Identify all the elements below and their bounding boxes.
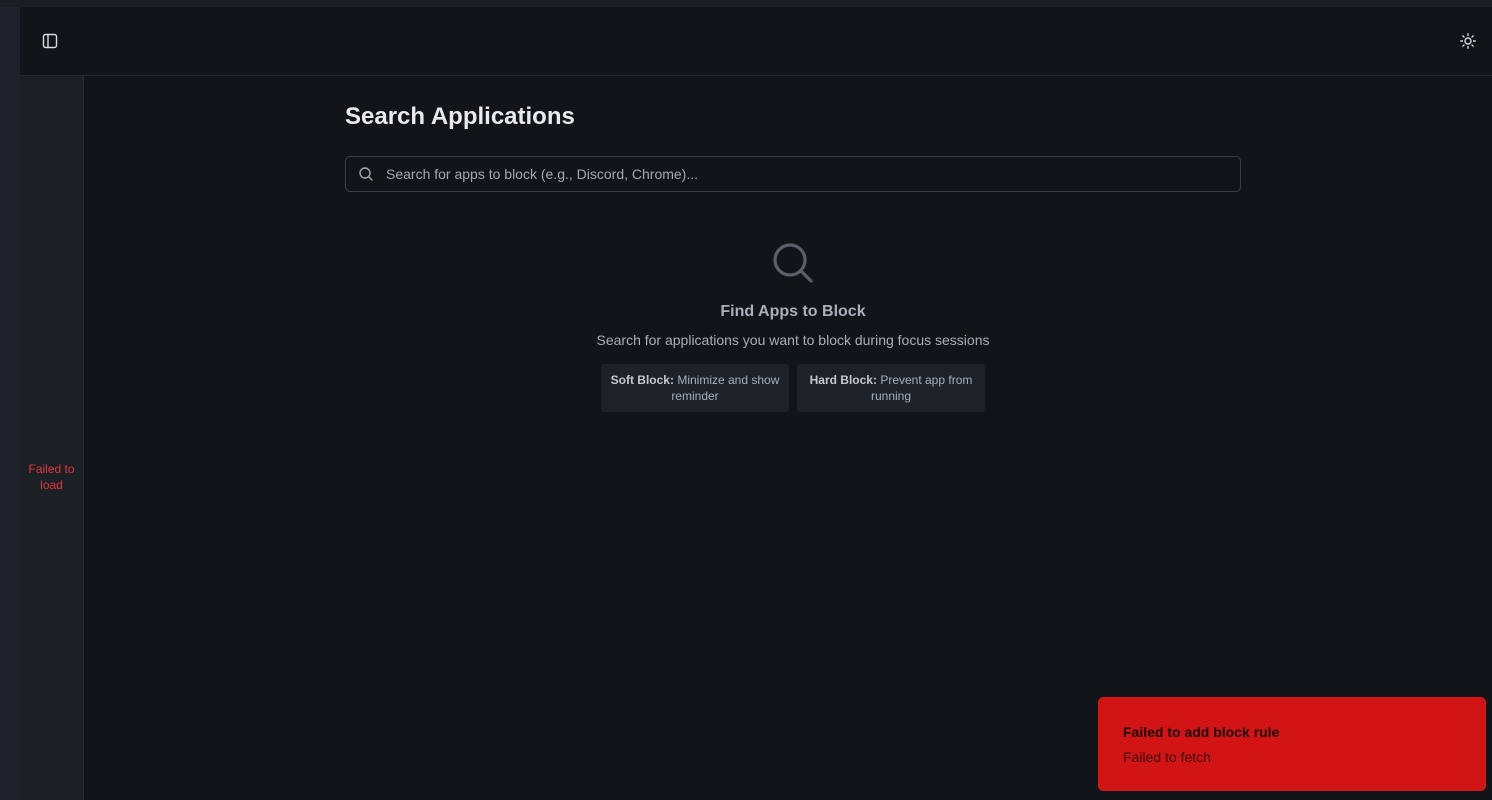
hard-block-text: Prevent app from running (870, 373, 973, 403)
hard-block-info: Hard Block: Prevent app from running (797, 364, 985, 412)
empty-state: Find Apps to Block Search for applicatio… (345, 241, 1241, 412)
page-title: Search Applications (345, 103, 575, 130)
toast-message: Failed to fetch (1123, 749, 1211, 765)
search-icon (359, 167, 373, 181)
empty-state-title: Find Apps to Block (720, 303, 866, 320)
app-window: Failed to load Search Applications Find … (20, 7, 1492, 800)
hard-block-label: Hard Block: (809, 373, 877, 387)
window-top-strip (0, 0, 1492, 7)
toast-title: Failed to add block rule (1123, 724, 1280, 740)
sun-icon (1460, 33, 1476, 49)
main-content: Search Applications Find Apps to Block S… (84, 76, 1492, 800)
block-type-info: Soft Block: Minimize and show reminder H… (345, 364, 1241, 412)
search-input[interactable] (386, 157, 1226, 191)
theme-toggle-button[interactable] (1456, 29, 1480, 53)
sidebar-toggle-icon (42, 33, 58, 49)
window-left-strip (0, 7, 20, 800)
sidebar-error-text: Failed to load (28, 462, 75, 492)
sidebar: Failed to load (20, 76, 84, 800)
search-box[interactable] (345, 156, 1241, 192)
soft-block-text: Minimize and show reminder (671, 373, 780, 403)
empty-state-description: Search for applications you want to bloc… (596, 332, 990, 348)
soft-block-info: Soft Block: Minimize and show reminder (601, 364, 789, 412)
error-toast[interactable]: Failed to add block rule Failed to fetch (1098, 697, 1486, 791)
sidebar-toggle-button[interactable] (38, 29, 62, 53)
top-header (20, 7, 1492, 76)
search-icon (773, 243, 813, 283)
soft-block-label: Soft Block: (610, 373, 674, 387)
